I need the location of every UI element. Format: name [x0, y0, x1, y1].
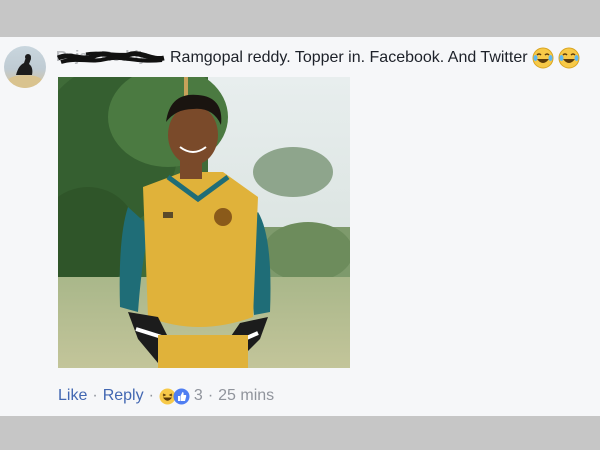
- separator: ·: [207, 387, 214, 404]
- timestamp[interactable]: 25 mins: [218, 387, 274, 405]
- laughing-tears-emoji: [558, 47, 580, 69]
- comment-text: Ramgopal reddy. Topper in. Facebook. And…: [170, 49, 528, 66]
- comment-card: Rajan Reddy Ramgopal reddy. Topper in. F…: [0, 37, 600, 416]
- author-name[interactable]: Rajan Reddy: [56, 48, 166, 68]
- redaction-scribble: [56, 51, 165, 64]
- separator: ·: [92, 387, 98, 404]
- like-link[interactable]: Like: [58, 387, 87, 405]
- comment-body: Rajan Reddy Ramgopal reddy. Topper in. F…: [56, 46, 596, 70]
- reaction-count: 3: [193, 387, 203, 404]
- reply-link[interactable]: Reply: [103, 387, 144, 405]
- comment-actions: Like · Reply · 3 · 25 mins: [58, 384, 274, 408]
- reactions-summary[interactable]: 3: [159, 387, 203, 405]
- comment-photo[interactable]: [58, 77, 350, 368]
- separator: ·: [148, 387, 154, 404]
- avatar[interactable]: [4, 46, 46, 88]
- like-reaction-icon: [173, 388, 190, 405]
- laughing-tears-emoji: [532, 47, 554, 69]
